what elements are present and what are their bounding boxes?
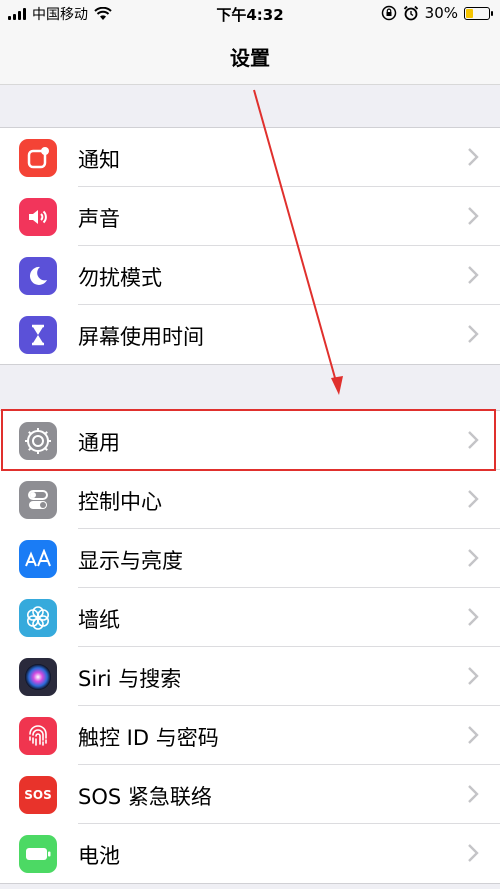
settings-row-emergency-sos[interactable]: SOS SOS 紧急联络 <box>0 765 500 824</box>
battery-icon <box>19 835 57 873</box>
screen-time-hourglass-icon <box>19 316 57 354</box>
nav-bar: 设置 <box>0 26 500 85</box>
settings-row-label: SOS 紧急联络 <box>78 785 212 809</box>
settings-row-label: 勿扰模式 <box>78 266 162 290</box>
settings-row-label: 声音 <box>78 207 120 231</box>
settings-row-wallpaper[interactable]: 墙纸 <box>0 588 500 647</box>
settings-row-general[interactable]: 通用 <box>0 411 500 470</box>
alarm-icon <box>403 5 418 21</box>
settings-row-label: 屏幕使用时间 <box>78 325 204 349</box>
do-not-disturb-moon-icon <box>19 257 57 295</box>
sos-icon: SOS <box>19 776 57 814</box>
chevron-right-icon <box>468 667 479 685</box>
status-right: 30% <box>381 4 493 22</box>
chevron-right-icon <box>468 844 479 862</box>
sos-icon-text: SOS <box>24 788 52 802</box>
touch-id-fingerprint-icon <box>19 717 57 755</box>
chevron-right-icon <box>468 785 479 803</box>
general-gear-icon <box>19 422 57 460</box>
status-bar: 中国移动 下午4:32 30% <box>0 0 500 26</box>
display-brightness-aa-icon <box>19 540 57 578</box>
settings-row-screen-time[interactable]: 屏幕使用时间 <box>0 305 500 364</box>
chevron-right-icon <box>468 490 479 508</box>
settings-row-touch-id-passcode[interactable]: 触控 ID 与密码 <box>0 706 500 765</box>
control-center-toggles-icon <box>19 481 57 519</box>
battery-fill <box>466 8 473 18</box>
chevron-right-icon <box>468 431 479 449</box>
chevron-right-icon <box>468 549 479 567</box>
settings-row-control-center[interactable]: 控制中心 <box>0 470 500 529</box>
sounds-icon <box>19 198 57 236</box>
chevron-right-icon <box>468 148 479 166</box>
settings-group-1: 通知 声音 勿扰模式 屏幕使用时间 <box>0 127 500 365</box>
settings-row-do-not-disturb[interactable]: 勿扰模式 <box>0 246 500 305</box>
chevron-right-icon <box>468 207 479 225</box>
notifications-icon <box>19 139 57 177</box>
settings-row-battery[interactable]: 电池 <box>0 824 500 883</box>
settings-row-sounds[interactable]: 声音 <box>0 187 500 246</box>
settings-row-label: 墙纸 <box>78 608 120 632</box>
chevron-right-icon <box>468 325 479 343</box>
settings-row-label: Siri 与搜索 <box>78 667 182 691</box>
siri-icon <box>19 658 57 696</box>
settings-row-label: 控制中心 <box>78 490 162 514</box>
settings-row-label: 触控 ID 与密码 <box>78 726 219 750</box>
battery-percentage: 30% <box>424 4 458 22</box>
chevron-right-icon <box>468 726 479 744</box>
settings-row-label: 显示与亮度 <box>78 549 183 573</box>
settings-row-notifications[interactable]: 通知 <box>0 128 500 187</box>
settings-group-2: 通用 控制中心 显示与亮度 墙纸 Siri 与搜索 触控 ID 与密码 SOS … <box>0 410 500 884</box>
chevron-right-icon <box>468 266 479 284</box>
chevron-right-icon <box>468 608 479 626</box>
settings-row-display-brightness[interactable]: 显示与亮度 <box>0 529 500 588</box>
page-title: 设置 <box>230 46 270 70</box>
settings-row-label: 通知 <box>78 148 120 172</box>
orientation-lock-icon <box>381 5 396 21</box>
battery-status-icon <box>464 6 493 20</box>
settings-row-siri-search[interactable]: Siri 与搜索 <box>0 647 500 706</box>
settings-row-label: 通用 <box>78 431 120 455</box>
settings-row-label: 电池 <box>78 844 120 868</box>
wallpaper-flower-icon <box>19 599 57 637</box>
